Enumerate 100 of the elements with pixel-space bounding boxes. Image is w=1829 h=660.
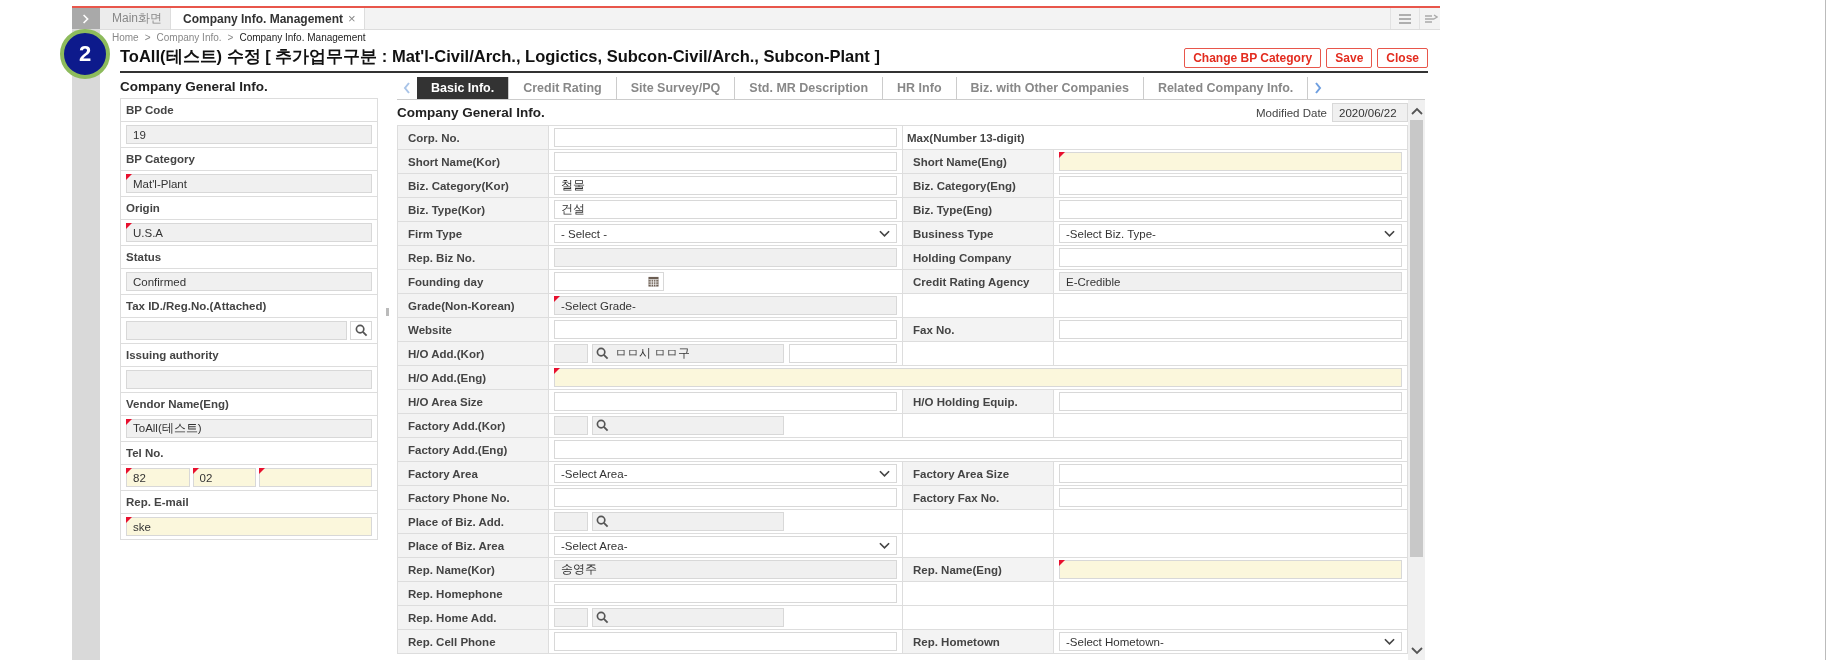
input-field[interactable] [1059,560,1402,579]
input-field[interactable] [1059,488,1402,507]
field-label: Grade(Non-Korean) [398,294,549,318]
zip-code-field [554,416,588,435]
tab[interactable]: Biz. with Other Companies [956,77,1144,99]
input-field[interactable] [1059,320,1402,339]
input-field[interactable] [1059,176,1402,195]
panel-heading: Company General Info. [120,78,269,96]
breadcrumb-link[interactable]: Company Info. [156,32,222,43]
input-field[interactable] [1059,392,1402,411]
field-label: Rep. Home Add. [398,606,549,630]
chevron-down-icon [1384,229,1395,238]
tab[interactable]: Site Survey/PQ [616,77,736,99]
scroll-up-icon[interactable] [1409,106,1424,116]
chevron-down-icon [879,469,890,478]
field-label: Rep. Cell Phone [398,630,549,654]
input-field[interactable] [554,632,897,651]
action-button[interactable]: Close [1377,48,1428,68]
window-tab[interactable]: Company Info. Management × [171,8,365,29]
input-field[interactable]: 82 [126,468,190,487]
dropdown[interactable]: -Select Hometown- [1059,632,1402,651]
readonly-field: U.S.A [126,223,372,242]
field-label: Issuing authority [121,343,377,366]
field-label: Origin [121,196,377,219]
input-field[interactable] [1059,200,1402,219]
input-field[interactable]: 02 [192,468,256,487]
close-icon[interactable]: × [348,11,356,26]
input-field[interactable] [1059,464,1402,483]
input-field[interactable]: 철물 [554,176,897,195]
breadcrumb-link[interactable]: Home [112,32,139,43]
search-icon [596,419,609,432]
field-label: BP Code [121,98,377,121]
dropdown[interactable]: - Select - [554,224,897,243]
dropdown[interactable]: -Select Area- [554,464,897,483]
list-icon[interactable] [1419,8,1440,29]
input-field[interactable] [554,392,897,411]
tab[interactable]: Credit Rating [509,77,617,99]
field-label: Tel No. [121,441,377,464]
calendar-icon [648,276,659,287]
dropdown[interactable]: -Select Biz. Type- [1059,224,1402,243]
field-label: Biz. Category(Kor) [398,174,549,198]
field-label: Rep. Hometown [903,630,1054,654]
readonly-field: E-Credible [1059,272,1402,291]
tab[interactable]: HR Info [883,77,957,99]
readonly-field: ToAll(테스트) [126,419,372,438]
search-icon [354,324,368,337]
input-field[interactable]: 건설 [554,200,897,219]
zip-code-field [554,608,588,627]
date-field[interactable] [554,272,664,291]
field-label: H/O Holding Equip. [903,390,1054,414]
dropdown[interactable]: -Select Area- [554,536,897,555]
scrollbar[interactable] [1408,100,1425,660]
field-label: Factory Area [398,462,549,486]
input-field[interactable] [554,128,897,147]
field-label: Factory Area Size [903,462,1054,486]
address-search-field[interactable]: ㅁㅁ시 ㅁㅁ구 [592,344,784,363]
field-label: Vendor Name(Eng) [121,392,377,415]
input-field[interactable] [554,320,897,339]
readonly-field: 송영주 [554,560,897,579]
field-label: Factory Fax No. [903,486,1054,510]
input-field[interactable]: ske [126,517,372,536]
scrollbar-thumb[interactable] [1410,120,1423,557]
input-field[interactable] [789,344,897,363]
input-field[interactable] [554,368,1402,387]
field-label: Rep. Homephone [398,582,549,606]
address-search-field[interactable] [592,608,784,627]
search-icon [596,611,609,624]
input-field[interactable] [259,468,372,487]
field-label: BP Category [121,147,377,170]
input-field[interactable] [554,152,897,171]
chevron-right-icon [1314,82,1323,94]
tab[interactable]: Std. MR Description [735,77,884,99]
zip-code-field [554,344,588,363]
chevron-down-icon [879,541,890,550]
search-icon [596,515,609,528]
address-search-field[interactable] [592,512,784,531]
readonly-field: Mat'l-Plant [126,174,372,193]
input-field[interactable] [1059,152,1402,171]
chevron-down-icon [879,229,890,238]
breadcrumb-separator: > [144,32,151,43]
page-title: ToAll(테스트) 수정 [ 추가업무구분 : Mat'l-Civil/Arch., Logictics, Subcon-Civil/Arch., Subcon-Plant ] [120,46,880,67]
field-label: Place of Biz. Area [398,534,549,558]
input-field[interactable] [1059,248,1402,267]
splitter-handle[interactable] [386,308,389,316]
input-field[interactable] [554,440,1402,459]
field-label: Credit Rating Agency [903,270,1054,294]
chevron-left-icon [403,82,411,94]
zip-code-field [554,512,588,531]
input-field[interactable] [554,584,897,603]
input-field[interactable] [554,488,897,507]
field-label: Corp. No. [398,126,549,150]
action-button[interactable]: Save [1326,48,1373,68]
scroll-down-icon[interactable] [1409,646,1424,656]
tab[interactable]: Basic Info. [417,77,510,99]
action-button[interactable]: Change BP Category [1184,48,1322,68]
sidebar-toggle-button[interactable] [72,8,100,29]
tab[interactable]: Related Company Info. [1143,77,1309,99]
address-search-field[interactable] [592,416,784,435]
readonly-field: -Select Grade- [554,296,897,315]
search-button[interactable] [350,321,372,340]
